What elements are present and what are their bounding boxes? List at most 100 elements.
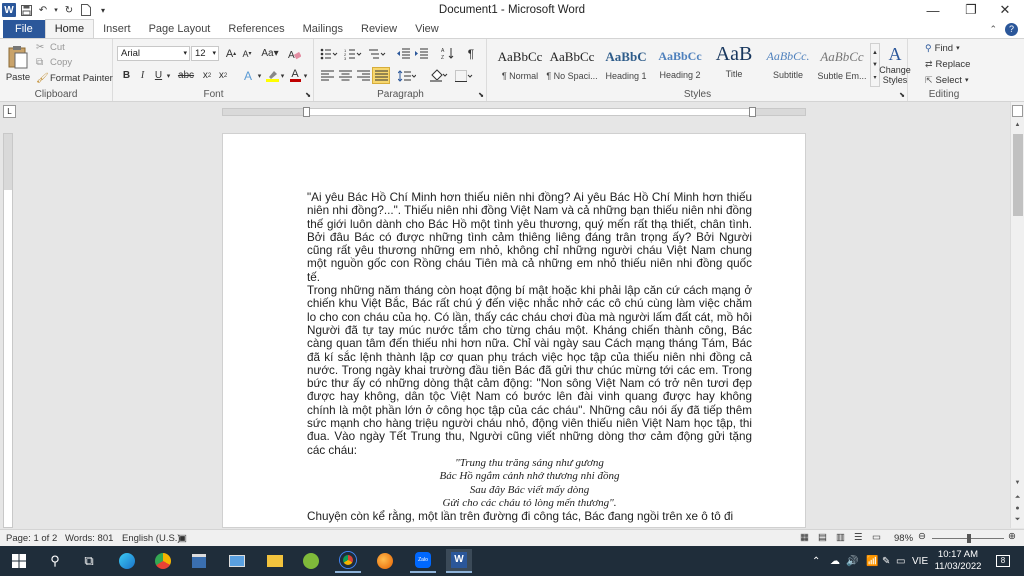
font-color-dropdown-icon[interactable]: ▾ [302,68,309,83]
store-icon[interactable] [186,549,212,573]
underline-icon[interactable]: U [152,68,165,83]
highlight-icon[interactable] [265,68,279,83]
grow-font-icon[interactable]: A ▴ [224,46,238,61]
more-styles-icon[interactable]: ▾ [873,74,876,81]
change-styles-button[interactable]: A Change Styles [879,41,911,87]
change-case-icon[interactable]: Aa▾ [260,46,280,61]
clear-formatting-icon[interactable]: A [286,46,302,61]
zoom-slider[interactable] [932,534,1004,543]
font-size-dropdown-icon[interactable]: ▾ [212,47,216,60]
tab-view[interactable]: View [406,20,448,38]
help-icon[interactable]: ? [1005,22,1018,36]
show-hidden-icons-icon[interactable]: ⌃ [812,546,820,576]
indent-marker-icon[interactable] [303,107,310,117]
superscript-icon[interactable]: x2 [216,68,230,83]
style-no-spacing[interactable]: AaBbCc ¶ No Spaci... [546,43,598,87]
chevron-down-icon[interactable]: ▼ [872,62,878,68]
tab-selector-icon[interactable]: L [3,105,16,118]
close-button[interactable]: ✕ [988,0,1022,20]
find-button[interactable]: ⚲ Find ▾ [925,41,960,55]
notifications-button[interactable]: 8 [992,546,1014,576]
paragraph[interactable]: "Ai yêu Bác Hồ Chí Minh hơn thiếu niên n… [307,191,752,284]
poem-line[interactable]: Gửi cho các cháu tỏ lòng mến thương". [307,497,752,510]
style-heading-1[interactable]: AaBbC Heading 1 [600,43,652,87]
replace-button[interactable]: ⇄ Replace [925,57,970,71]
word-taskbar-icon[interactable]: W [446,549,472,573]
tab-insert[interactable]: Insert [94,20,140,38]
app-icon[interactable] [298,549,324,573]
page-count[interactable]: Page: 1 of 2 [6,533,57,544]
clock[interactable]: 10:17 AM 11/03/2022 [934,546,982,576]
line-spacing-icon[interactable] [397,68,417,83]
text-effects-icon[interactable]: A [240,68,256,83]
find-dropdown-icon[interactable]: ▾ [956,44,960,52]
tab-references[interactable]: References [219,20,293,38]
highlight-dropdown-icon[interactable]: ▾ [279,68,286,83]
chrome-icon[interactable] [335,549,361,573]
style-normal[interactable]: AaBbCc ¶ Normal [494,43,546,87]
tab-mailings[interactable]: Mailings [294,20,352,38]
restore-button[interactable]: ❐ [954,0,988,20]
scrollbar-thumb[interactable] [1013,134,1023,216]
minimize-button[interactable]: — [916,0,950,20]
right-indent-marker-icon[interactable] [749,107,756,117]
show-formatting-marks-icon[interactable]: ¶ [463,46,479,61]
shading-icon[interactable] [429,68,449,83]
scroll-down-icon[interactable]: ▼ [1011,480,1024,490]
tab-review[interactable]: Review [352,20,406,38]
align-right-icon[interactable] [355,68,371,83]
align-center-icon[interactable] [337,68,353,83]
paragraph[interactable]: Trong những năm tháng còn hoạt động bí m… [307,284,752,457]
increase-indent-icon[interactable] [413,46,429,61]
zoom-slider-thumb[interactable] [967,534,971,543]
italic-icon[interactable]: I [136,68,149,83]
font-name-dropdown-icon[interactable]: ▾ [183,47,187,60]
text-effects-dropdown-icon[interactable]: ▾ [256,68,263,83]
input-language[interactable]: VIE [912,546,928,576]
chrome-canary-icon[interactable] [150,549,176,573]
font-dialog-launcher-icon[interactable]: ⬊ [305,91,311,99]
align-left-icon[interactable] [319,68,335,83]
copy-button[interactable]: ⧉ Copy [36,56,72,69]
font-name-field[interactable]: Arial ▾ [117,46,190,61]
borders-icon[interactable] [453,68,475,83]
macro-recording-icon[interactable]: ▣ [178,533,187,544]
underline-dropdown-icon[interactable]: ▾ [165,68,172,83]
horizontal-ruler[interactable] [222,107,806,117]
select-browse-object-icon[interactable]: ● [1011,505,1024,515]
chevron-up-icon[interactable]: ▲ [872,50,878,56]
styles-dialog-launcher-icon[interactable]: ⬊ [899,91,905,99]
vertical-scrollbar[interactable]: ▲ ▼ ⏶ ● ⏷ [1010,102,1024,528]
zoom-level[interactable]: 98% [894,533,913,544]
multilevel-list-icon[interactable] [367,46,387,61]
shrink-font-icon[interactable]: A ▾ [240,46,254,61]
format-painter-button[interactable]: 🖌 Format Painter [36,72,113,85]
poem-line[interactable]: "Trung thu trăng sáng như gương [307,457,752,470]
edge-icon[interactable] [114,549,140,573]
sort-icon[interactable]: AZ [439,46,455,61]
paste-button[interactable]: Paste [4,41,32,87]
font-size-field[interactable]: 12 ▾ [191,46,219,61]
strikethrough-icon[interactable]: abc [178,68,194,83]
justify-icon[interactable] [372,67,390,84]
print-layout-icon[interactable]: ▦ [800,532,809,543]
scroll-up-icon[interactable]: ▲ [1011,122,1024,132]
style-subtle-emphasis[interactable]: AaBbCc Subtle Em... [816,43,868,87]
paragraph[interactable]: Chuyện còn kể rằng, một lần trên đường đ… [307,510,752,523]
wifi-icon[interactable]: 📶 [866,546,878,576]
web-layout-icon[interactable]: ▥ [836,532,845,543]
vertical-ruler[interactable] [3,133,13,528]
tab-home[interactable]: Home [44,19,95,38]
select-button[interactable]: ⇱ Select ▾ [925,73,968,87]
select-dropdown-icon[interactable]: ▾ [965,76,969,84]
font-color-icon[interactable]: A [288,68,302,83]
task-view-icon[interactable]: ⧉ [76,549,102,573]
poem-line[interactable]: Bác Hồ ngắm cảnh nhớ thương nhi đồng [307,470,752,483]
computer-icon[interactable] [224,549,250,573]
cloud-icon[interactable]: ☁ [830,546,840,576]
word-count[interactable]: Words: 801 [65,533,113,544]
start-icon[interactable] [6,549,32,573]
cut-button[interactable]: ✂ Cut [36,41,65,54]
document-page[interactable]: "Ai yêu Bác Hồ Chí Minh hơn thiếu niên n… [222,133,806,528]
numbering-icon[interactable]: 123 [343,46,363,61]
